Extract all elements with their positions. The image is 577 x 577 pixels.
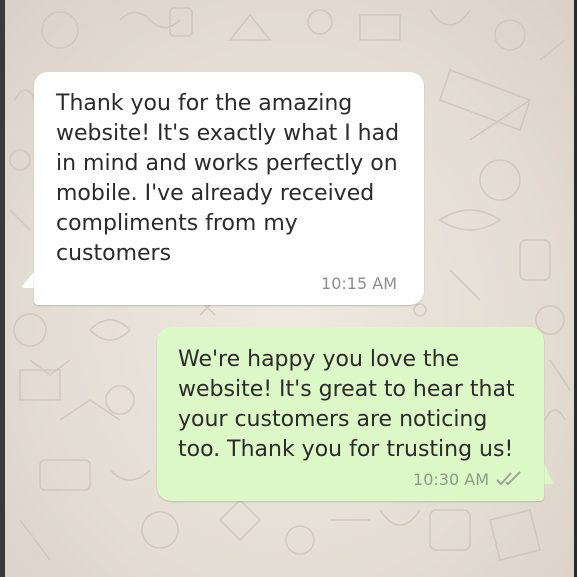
- incoming-message-time: 10:15 AM: [321, 274, 397, 293]
- outgoing-message-time: 10:30 AM: [413, 470, 489, 489]
- double-check-icon: [496, 471, 521, 486]
- outgoing-message-text: We're happy you love the website! It's g…: [178, 347, 515, 462]
- incoming-message-text: Thank you for the amazing website! It's …: [56, 91, 400, 266]
- incoming-message-bubble[interactable]: Thank you for the amazing website! It's …: [34, 72, 424, 305]
- window-left-edge: [0, 0, 5, 577]
- outgoing-message-bubble[interactable]: We're happy you love the website! It's g…: [157, 327, 544, 501]
